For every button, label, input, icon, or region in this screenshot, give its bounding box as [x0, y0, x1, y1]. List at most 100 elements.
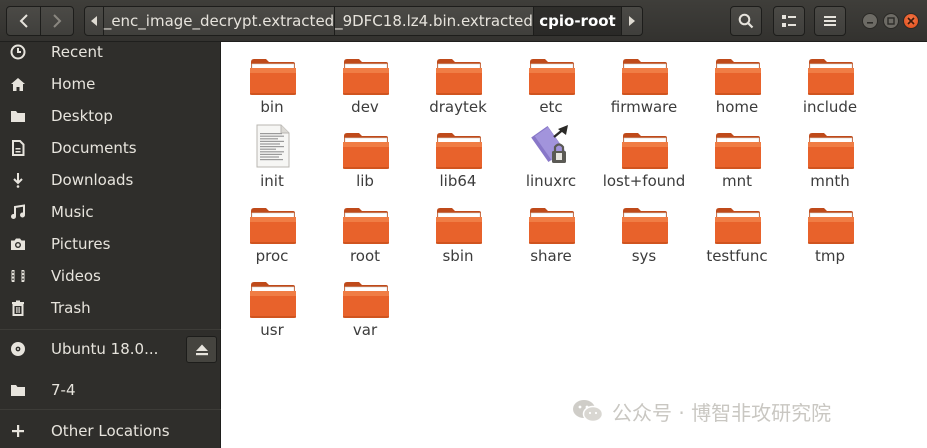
folder-item[interactable]: lib64 [413, 117, 503, 190]
folder-item[interactable]: root [320, 192, 410, 265]
sidebar-item-7-4[interactable]: 7-4 [0, 374, 221, 406]
folder-icon [249, 57, 297, 97]
sidebar-item-recent[interactable]: Recent [0, 36, 221, 68]
folder-icon [528, 206, 576, 246]
music-icon [9, 204, 27, 220]
view-options-button[interactable] [773, 6, 805, 36]
file-name-label: sys [631, 247, 657, 265]
sidebar-item-label: Recent [51, 43, 103, 61]
file-name-label: tmp [814, 247, 845, 265]
path-scroll-left-button[interactable] [84, 6, 104, 36]
file-name-label: lib64 [439, 172, 477, 190]
home-icon [9, 76, 27, 92]
document-icon [9, 140, 27, 156]
folder-item[interactable]: mnth [785, 117, 875, 190]
file-name-label: proc [255, 247, 289, 265]
text-file-icon [249, 124, 297, 171]
sidebar-item-label: Downloads [51, 171, 134, 189]
folder-item[interactable]: usr [227, 266, 317, 339]
file-name-label: lib [356, 172, 374, 190]
folder-item[interactable]: lost+found [599, 117, 689, 190]
breadcrumb-current[interactable]: cpio-root [533, 6, 622, 36]
folder-item[interactable]: proc [227, 192, 317, 265]
close-window-button[interactable] [903, 13, 919, 29]
wechat-logo-icon [573, 400, 604, 423]
file-name-label: dev [351, 98, 379, 116]
folder-item[interactable]: share [506, 192, 596, 265]
file-name-label: var [352, 321, 378, 339]
camera-icon [9, 236, 27, 252]
folder-item[interactable]: dev [320, 43, 410, 116]
minimize-button[interactable] [862, 13, 878, 29]
back-button[interactable] [6, 6, 41, 36]
folder-item[interactable]: bin [227, 43, 317, 116]
optical-disc-icon [9, 341, 27, 357]
sidebar: Recent Home Desktop Documents Downloads … [0, 42, 221, 448]
sidebar-item-pictures[interactable]: Pictures [0, 228, 221, 260]
file-item[interactable]: init [227, 117, 317, 190]
folder-item[interactable]: firmware [599, 43, 689, 116]
file-name-label: home [715, 98, 759, 116]
folder-item[interactable]: sys [599, 192, 689, 265]
video-icon [9, 268, 27, 284]
main-menu-button[interactable] [814, 6, 846, 36]
maximize-button[interactable] [883, 13, 899, 29]
search-button[interactable] [730, 6, 762, 36]
sidebar-item-other-locations[interactable]: Other Locations [0, 415, 221, 447]
folder-item[interactable]: home [692, 43, 782, 116]
file-name-label: bin [260, 98, 284, 116]
watermark: 公众号 · 博智非攻研究院 [572, 394, 917, 428]
forward-button[interactable] [40, 6, 74, 36]
path-scroll-right-button[interactable] [621, 6, 643, 36]
file-name-label: firmware [610, 98, 678, 116]
folder-item[interactable]: include [785, 43, 875, 116]
search-icon [738, 13, 754, 29]
sidebar-item-ubuntu-disc[interactable]: Ubuntu 18.0... [0, 333, 221, 365]
folder-item[interactable]: mnt [692, 117, 782, 190]
sidebar-separator [0, 329, 221, 330]
file-name-label: mnt [722, 172, 752, 190]
eject-icon [195, 344, 208, 355]
maximize-icon [887, 17, 895, 25]
sidebar-item-label: Desktop [51, 107, 113, 125]
folder-icon [435, 206, 483, 246]
sidebar-item-downloads[interactable]: Downloads [0, 164, 221, 196]
folder-item[interactable]: etc [506, 43, 596, 116]
watermark-text: 公众号 · 博智非攻研究院 [612, 400, 832, 425]
sidebar-separator [0, 409, 221, 410]
file-name-label: root [349, 247, 381, 265]
file-item[interactable]: linuxrc [506, 117, 596, 190]
eject-button[interactable] [186, 336, 217, 363]
sidebar-item-label: Documents [51, 139, 137, 157]
folder-icon [807, 206, 855, 246]
folder-icon [714, 206, 762, 246]
triangle-left-icon [91, 16, 97, 26]
triangle-right-icon [629, 16, 635, 26]
folder-item[interactable]: var [320, 266, 410, 339]
sidebar-item-music[interactable]: Music [0, 196, 221, 228]
file-name-label: init [260, 172, 284, 190]
folder-item[interactable]: tmp [785, 192, 875, 265]
sidebar-item-desktop[interactable]: Desktop [0, 100, 221, 132]
file-name-label: usr [260, 321, 284, 339]
clock-icon [9, 44, 27, 60]
breadcrumb-item[interactable]: _enc_image_decrypt.extracted [103, 6, 335, 36]
folder-icon [714, 131, 762, 171]
folder-icon [807, 131, 855, 171]
folder-item[interactable]: testfunc [692, 192, 782, 265]
folder-item[interactable]: sbin [413, 192, 503, 265]
sidebar-item-documents[interactable]: Documents [0, 132, 221, 164]
file-name-label: etc [539, 98, 563, 116]
folder-icon [621, 131, 669, 171]
folder-item[interactable]: draytek [413, 43, 503, 116]
folder-icon [249, 280, 297, 320]
folder-icon [435, 57, 483, 97]
folder-icon [807, 57, 855, 97]
sidebar-item-trash[interactable]: Trash [0, 292, 221, 324]
breadcrumb-item[interactable]: _9DFC18.lz4.bin.extracted [334, 6, 534, 36]
sidebar-item-videos[interactable]: Videos [0, 260, 221, 292]
file-name-label: share [530, 247, 572, 265]
folder-item[interactable]: lib [320, 117, 410, 190]
plus-icon [9, 423, 27, 439]
sidebar-item-home[interactable]: Home [0, 68, 221, 100]
